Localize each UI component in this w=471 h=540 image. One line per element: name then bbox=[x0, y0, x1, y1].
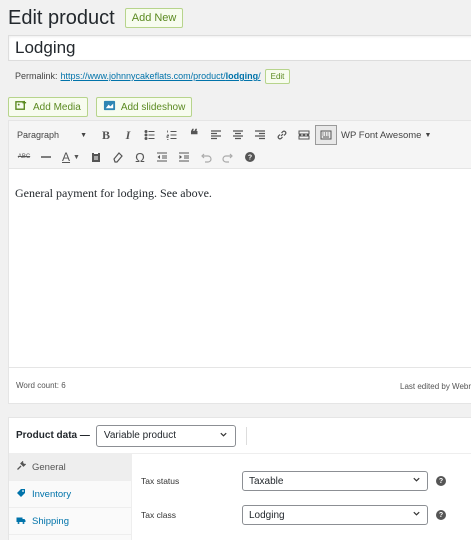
last-edited: Last edited by Webr bbox=[400, 382, 471, 391]
content-editor: Paragraph ▼ B I ❝ WP Font Awesome ▼ ABC A ▼… bbox=[8, 120, 471, 404]
paste-text-icon[interactable] bbox=[85, 147, 107, 167]
align-center-icon[interactable] bbox=[227, 125, 249, 145]
add-media-button[interactable]: Add Media bbox=[8, 97, 88, 117]
align-right-icon[interactable] bbox=[249, 125, 271, 145]
product-data-label: Product data — bbox=[16, 430, 90, 441]
help-icon[interactable]: ? bbox=[436, 476, 446, 486]
permalink-label: Permalink: bbox=[15, 71, 58, 81]
tax-status-field: Tax status Taxable ? bbox=[132, 464, 471, 498]
tax-status-label: Tax status bbox=[141, 476, 180, 486]
product-type-select[interactable]: Variable product bbox=[95, 424, 236, 447]
slideshow-icon bbox=[103, 99, 116, 115]
help-keyboard-icon[interactable]: ? bbox=[239, 147, 261, 167]
strikethrough-button[interactable]: ABC bbox=[13, 147, 35, 167]
product-data-header: Product data — Variable product bbox=[9, 418, 471, 454]
tab-inventory[interactable]: Inventory bbox=[9, 481, 131, 508]
font-awesome-select[interactable]: WP Font Awesome ▼ bbox=[341, 130, 431, 141]
tab-shipping[interactable]: Shipping bbox=[9, 508, 131, 535]
chevron-down-icon bbox=[219, 430, 228, 442]
wrench-icon bbox=[16, 459, 27, 474]
page-title: Edit product bbox=[8, 6, 115, 29]
tag-icon bbox=[16, 488, 26, 501]
help-icon[interactable]: ? bbox=[436, 510, 446, 520]
permalink-link[interactable]: https://www.johnnycakeflats.com/product/… bbox=[61, 71, 261, 81]
product-title-input[interactable] bbox=[8, 35, 471, 61]
general-panel: Tax status Taxable ? Tax class Lodging ? bbox=[132, 454, 471, 540]
tab-general[interactable]: General bbox=[9, 454, 131, 481]
undo-icon[interactable] bbox=[195, 147, 217, 167]
link-icon[interactable] bbox=[271, 125, 293, 145]
horizontal-line-icon[interactable] bbox=[35, 147, 57, 167]
editor-content[interactable]: General payment for lodging. See above. bbox=[9, 169, 471, 367]
numbered-list-icon[interactable] bbox=[161, 125, 183, 145]
svg-text:?: ? bbox=[248, 155, 252, 162]
tax-class-select[interactable]: Lodging bbox=[242, 505, 428, 525]
italic-button[interactable]: I bbox=[117, 125, 139, 145]
toolbar-toggle-icon[interactable] bbox=[315, 125, 337, 145]
align-left-icon[interactable] bbox=[205, 125, 227, 145]
chevron-down-icon bbox=[412, 509, 421, 521]
permalink-row: Permalink: https://www.johnnycakeflats.c… bbox=[15, 67, 291, 85]
clear-formatting-icon[interactable] bbox=[107, 147, 129, 167]
editor-toolbar: Paragraph ▼ B I ❝ WP Font Awesome ▼ ABC A ▼… bbox=[9, 121, 471, 169]
redo-icon[interactable] bbox=[217, 147, 239, 167]
blockquote-icon[interactable]: ❝ bbox=[183, 125, 205, 145]
tax-status-select[interactable]: Taxable bbox=[242, 471, 428, 491]
indent-icon[interactable] bbox=[173, 147, 195, 167]
read-more-icon[interactable] bbox=[293, 125, 315, 145]
text-color-button[interactable]: A ▼ bbox=[57, 147, 85, 167]
divider bbox=[245, 426, 247, 445]
bold-button[interactable]: B bbox=[95, 125, 117, 145]
truck-icon bbox=[16, 515, 26, 528]
special-character-button[interactable]: Ω bbox=[129, 147, 151, 167]
tax-class-label: Tax class bbox=[141, 510, 176, 520]
tax-class-field: Tax class Lodging ? bbox=[132, 498, 471, 532]
bulleted-list-icon[interactable] bbox=[139, 125, 161, 145]
add-slideshow-button[interactable]: Add slideshow bbox=[95, 97, 193, 117]
add-new-button[interactable]: Add New bbox=[124, 8, 184, 28]
product-data-tabs: General Inventory Shipping bbox=[9, 454, 132, 540]
page-header: Edit product Add New bbox=[8, 6, 184, 30]
chevron-down-icon bbox=[412, 475, 421, 487]
product-data-box: Product data — Variable product General … bbox=[8, 417, 471, 540]
editor-status-bar: Word count: 6 Last edited by Webr bbox=[9, 367, 471, 403]
media-buttons: Add Media Add slideshow bbox=[8, 97, 193, 117]
add-media-icon bbox=[15, 99, 28, 115]
format-select[interactable]: Paragraph ▼ bbox=[13, 126, 91, 144]
outdent-icon[interactable] bbox=[151, 147, 173, 167]
permalink-edit-button[interactable]: Edit bbox=[264, 68, 291, 84]
word-count: Word count: 6 bbox=[16, 381, 66, 390]
